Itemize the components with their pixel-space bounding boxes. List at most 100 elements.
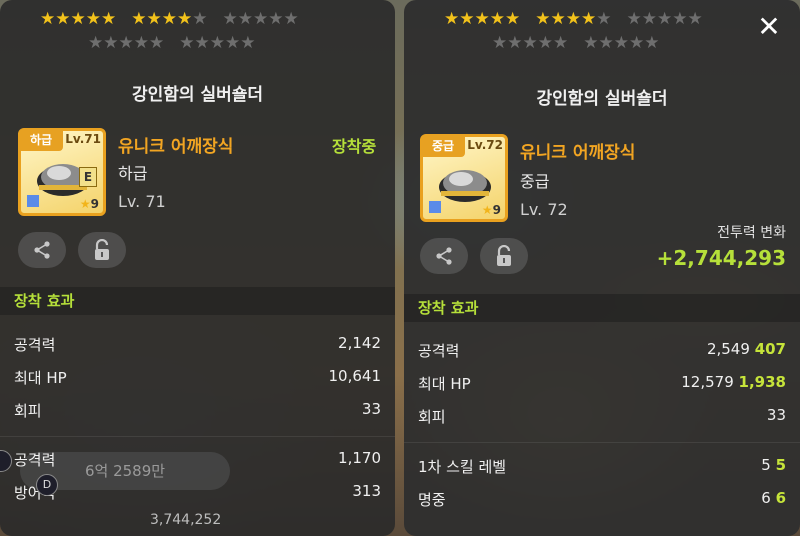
grade-tag: 중급	[421, 135, 465, 157]
close-button[interactable]: ✕	[754, 12, 784, 42]
shoulder-armor-icon	[439, 170, 491, 202]
item-level: Lv. 72	[520, 200, 568, 219]
star-empty-icon: ★	[194, 33, 210, 53]
stat-row: 회피 33	[0, 400, 395, 428]
star-icon: ★	[177, 9, 192, 29]
star-empty-icon: ★	[225, 33, 240, 53]
star-empty-icon: ★	[657, 9, 672, 29]
star-group: ★ ★ ★ ★ ★	[492, 33, 568, 53]
section-equip-effect: 장착 효과	[404, 294, 800, 322]
star-empty-icon: ★	[222, 9, 238, 29]
star-group: ★ ★ ★ ★ ★	[627, 9, 703, 29]
stat-value: 33	[766, 406, 786, 424]
stat-label: 1차 스킬 레벨	[418, 458, 507, 476]
star-empty-icon: ★	[253, 9, 268, 29]
star-group: ★ ★ ★ ★ ★	[222, 9, 299, 29]
star-empty-icon: ★	[209, 33, 225, 53]
star-empty-icon: ★	[507, 33, 522, 53]
star-icon: ★	[444, 9, 459, 29]
star-icon: ★	[581, 9, 596, 29]
starforce-row-2: ★ ★ ★ ★ ★ ★ ★ ★ ★ ★	[492, 33, 660, 53]
lock-button[interactable]	[480, 238, 528, 274]
star-icon: ★	[79, 197, 91, 211]
star-icon: ★	[459, 9, 474, 29]
lock-icon	[95, 239, 109, 260]
stat-value: 33	[361, 400, 381, 418]
star-count-value: 9	[492, 203, 501, 217]
stat-value: 313	[352, 482, 381, 500]
item-type: 유니크 어깨장식	[520, 143, 636, 163]
star-empty-icon: ★	[613, 33, 629, 53]
stat-value: 5	[761, 456, 771, 474]
star-empty-icon: ★	[522, 33, 538, 53]
star-icon: ★	[489, 9, 505, 29]
section-equip-effect: 장착 효과	[0, 287, 395, 315]
star-empty-icon: ★	[583, 33, 598, 53]
lock-button[interactable]	[78, 232, 126, 268]
star-icon: ★	[565, 9, 581, 29]
star-group: ★ ★ ★ ★ ★	[535, 9, 611, 29]
star-icon: ★	[85, 9, 101, 29]
star-empty-icon: ★	[672, 9, 687, 29]
star-icon: ★	[481, 203, 493, 217]
equipped-item-tooltip: ★ ★ ★ ★ ★ ★ ★ ★ ★ ★ ★ ★ ★ ★ ★ ★ ★ ★ ★ ★ ★ ★ ★ ★ ★ 강인함의 실버숄더 …	[0, 0, 395, 536]
combat-power-change-label: 전투력 변화	[717, 225, 786, 241]
stat-bonus: 5	[775, 456, 786, 474]
star-icon: ★	[101, 9, 116, 29]
item-name: 강인함의 실버숄더	[131, 85, 264, 105]
stat-label: 회피	[418, 408, 446, 426]
stat-label: 명중	[418, 491, 446, 509]
stat-row: 공격력 2,549 407	[404, 340, 800, 368]
share-button[interactable]	[18, 232, 66, 268]
divider	[404, 442, 800, 443]
star-empty-icon: ★	[179, 33, 194, 53]
stat-value-group: 2,549 407	[707, 340, 786, 358]
stat-value: 6	[761, 489, 771, 507]
star-empty-icon: ★	[268, 9, 283, 29]
stat-value-group: 5 5	[761, 456, 786, 474]
stat-value: 2,142	[338, 334, 381, 352]
potential-indicator	[429, 201, 441, 213]
star-icon: ★	[146, 9, 162, 29]
star-icon: ★	[70, 9, 86, 29]
stat-row: 최대 HP 12,579 1,938	[404, 373, 800, 401]
stat-bonus: 407	[754, 340, 786, 358]
star-empty-icon: ★	[118, 33, 134, 53]
stat-row: 방어력 313	[0, 482, 395, 510]
star-icon: ★	[535, 9, 550, 29]
grade-badge: D	[36, 474, 58, 496]
star-empty-icon: ★	[598, 33, 614, 53]
item-grade: 중급	[520, 172, 550, 191]
star-icon: ★	[131, 9, 146, 29]
stat-row: 공격력 2,142	[0, 334, 395, 362]
star-empty-icon: ★	[641, 9, 657, 29]
stat-label: 공격력	[418, 342, 460, 360]
stat-row: 회피 33	[404, 406, 800, 434]
star-empty-icon: ★	[103, 33, 118, 53]
item-level: Lv. 71	[118, 192, 166, 211]
stat-label: 회피	[14, 402, 42, 420]
potential-indicator	[27, 195, 39, 207]
star-icon: ★	[505, 9, 520, 29]
star-icon: ★	[40, 9, 55, 29]
divider	[0, 436, 395, 437]
star-icon: ★	[55, 9, 70, 29]
grade-tag: 하급	[19, 129, 63, 151]
star-empty-icon: ★	[492, 33, 507, 53]
star-group: ★ ★ ★ ★ ★	[40, 9, 116, 29]
star-empty-icon: ★	[133, 33, 149, 53]
stat-value-group: 6 6	[761, 489, 786, 507]
star-empty-icon: ★	[687, 9, 703, 29]
star-empty-icon: ★	[629, 33, 644, 53]
stat-label: 최대 HP	[14, 369, 67, 387]
stat-value-group: 12,579 1,938	[681, 373, 786, 391]
item-icon-frame: 중급 Lv.72 ★9	[420, 134, 508, 222]
share-button[interactable]	[420, 238, 468, 274]
level-tag: Lv.72	[467, 138, 503, 152]
lock-icon	[497, 245, 511, 266]
stat-row: 명중 6 6	[404, 489, 800, 517]
share-icon	[436, 247, 452, 265]
item-name: 강인함의 실버숄더	[536, 89, 668, 109]
item-type: 유니크 어깨장식	[118, 137, 234, 157]
starforce-row-1: ★ ★ ★ ★ ★ ★ ★ ★ ★ ★ ★ ★ ★ ★ ★	[444, 9, 703, 29]
